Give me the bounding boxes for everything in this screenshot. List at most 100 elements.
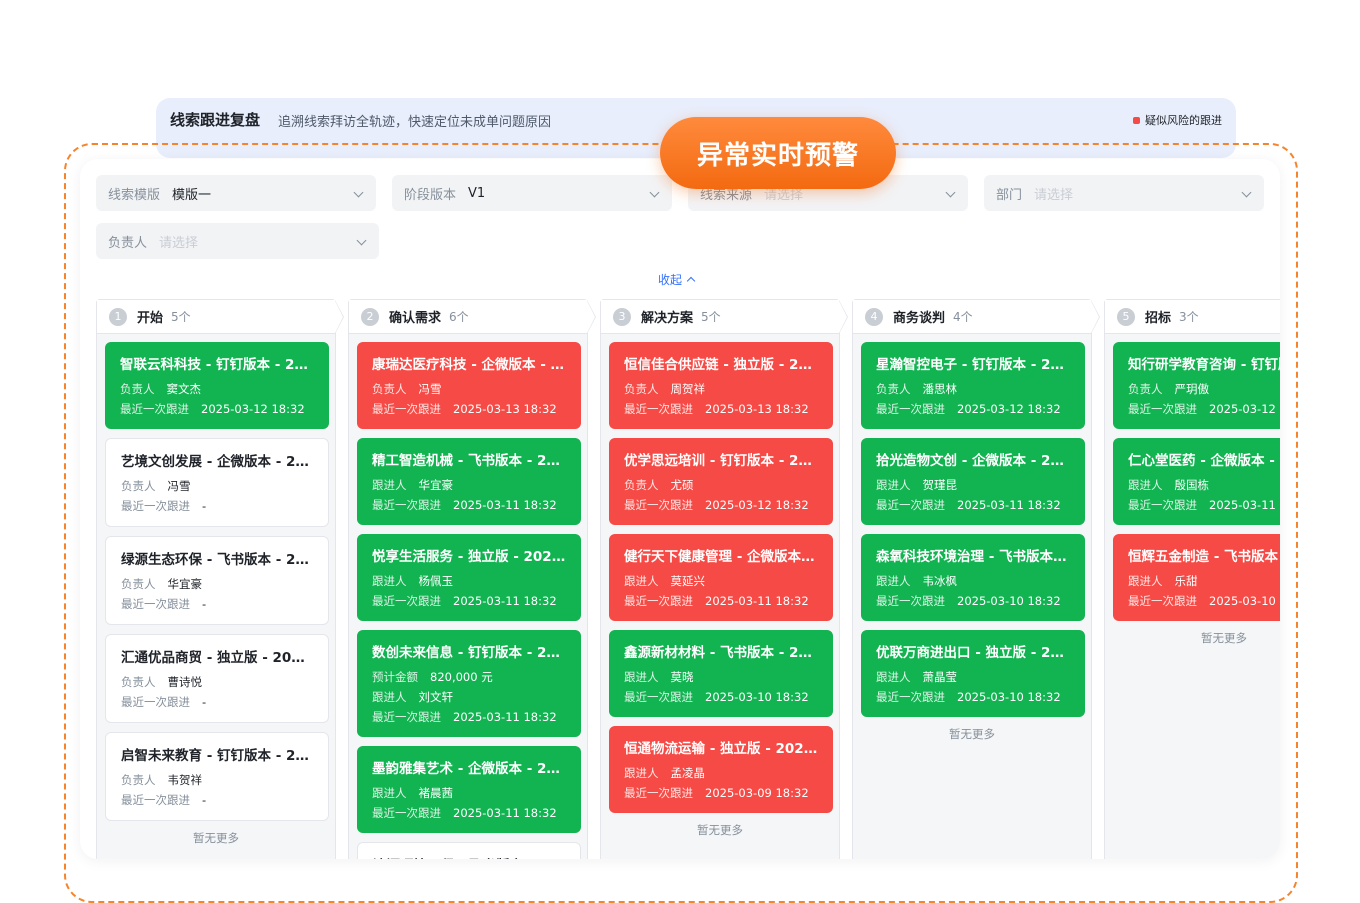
- kanban-panel: 线索模版 模版一 阶段版本 V1 线索来源 请选择 部门 请选择 负责人 请选择…: [80, 159, 1280, 859]
- card-field-label: 负责人: [1128, 382, 1163, 396]
- card-field: 跟进人 莫延兴: [624, 571, 818, 591]
- card-field: 预计金额 820,000 元: [372, 667, 566, 687]
- card-field-value: 2025-03-10 18:32: [957, 594, 1061, 608]
- column-header[interactable]: 2 确认需求 6个: [349, 300, 596, 334]
- card-field-label: 最近一次跟进: [1128, 402, 1197, 416]
- lead-card[interactable]: 星瀚智控电子 - 钉钉版本 - 2025-03-12 负责人潘思林最近一次跟进 20…: [861, 342, 1085, 429]
- lead-card[interactable]: 艺境文创发展 - 企微版本 - 2025-03-12 负责人冯雪最近一次跟进-: [105, 438, 329, 527]
- lead-card[interactable]: 鑫源新材材料 - 飞书版本 - 2025-03-10 跟进人莫晓最近一次跟进 202…: [609, 630, 833, 717]
- card-field-label: 最近一次跟进: [372, 498, 441, 512]
- step-number-badge: 3: [613, 307, 631, 326]
- card-field: 负责人 曹诗悦: [121, 672, 313, 692]
- lead-card[interactable]: 仁心堂医药 - 企微版本 - 2025-03-11 跟进人殷国栋最近一次跟进 202…: [1113, 438, 1280, 525]
- card-field-label: 负责人: [876, 382, 911, 396]
- card-field: 最近一次跟进 2025-03-12 18:32: [1128, 399, 1280, 419]
- column-header[interactable]: 3 解决方案 5个: [601, 300, 848, 334]
- card-field-label: 最近一次跟进: [624, 594, 693, 608]
- lead-card[interactable]: 拾光造物文创 - 企微版本 - 2025-03-11 跟进人贺瑾昆最近一次跟进 20…: [861, 438, 1085, 525]
- column-title: 开始: [137, 311, 164, 326]
- collapse-filters-button[interactable]: 收起: [658, 271, 696, 288]
- card-field-label: 预计金额: [372, 670, 418, 684]
- card-list: 知行研学教育咨询 - 钉钉版本 - 2025-03-12 负责人严玥傲最近一次跟进…: [1105, 334, 1280, 646]
- lead-card[interactable]: 精工智造机械 - 飞书版本 - 2025-03-11 跟进人华宜豪最近一次跟进 20…: [357, 438, 581, 525]
- lead-card[interactable]: 绿源生态环保 - 飞书版本 - 2025-03-12 负责人华宜豪最近一次跟进-: [105, 536, 329, 625]
- card-field-label: 最近一次跟进: [624, 498, 693, 512]
- card-field-label: 最近一次跟进: [121, 695, 190, 709]
- card-field-label: 最近一次跟进: [1128, 594, 1197, 608]
- lead-card[interactable]: 优学思远培训 - 钉钉版本 - 2025-03-12 负责人尤硕最近一次跟进 202…: [609, 438, 833, 525]
- card-title: 数创未来信息 - 钉钉版本 - 2025-03-11: [372, 645, 566, 661]
- card-field-value: 2025-03-11 18:32: [957, 498, 1061, 512]
- card-field-label: 负责人: [121, 773, 156, 787]
- card-list: 星瀚智控电子 - 钉钉版本 - 2025-03-12 负责人潘思林最近一次跟进 20…: [853, 334, 1091, 742]
- lead-card[interactable]: 健行天下健康管理 - 企微版本 - 2025-03-11 跟进人莫延兴最近一次跟进…: [609, 534, 833, 621]
- column-header[interactable]: 1 开始 5个: [97, 300, 344, 334]
- card-list: 恒信佳合供应链 - 独立版 - 2025-03-13负责人周贺祥最近一次跟进20…: [601, 334, 839, 838]
- lead-card[interactable]: 启智未来教育 - 钉钉版本 - 2025-03-12 负责人韦贺祥最近一次跟进-: [105, 732, 329, 821]
- lead-card[interactable]: 恒信佳合供应链 - 独立版 - 2025-03-13 负责人周贺祥最近一次跟进 20…: [609, 342, 833, 429]
- card-field-value: 华宜豪: [167, 577, 203, 591]
- lead-card[interactable]: 清源环境工程 - 飞书版本 - 2025-03-11跟进人最近一次跟进: [357, 842, 581, 859]
- card-field-label: 最近一次跟进: [372, 594, 441, 608]
- lead-card[interactable]: 恒辉五金制造 - 飞书版本 - 2025-03-10 跟进人乐甜最近一次跟进 202…: [1113, 534, 1280, 621]
- filter-owner[interactable]: 负责人 请选择: [96, 223, 379, 259]
- card-field-value: 2025-03-11 18:32: [453, 806, 557, 820]
- filter-lead-template[interactable]: 线索模版 模版一: [96, 175, 376, 211]
- card-title: 优学思远培训 - 钉钉版本 - 2025-03-12: [624, 453, 818, 469]
- card-field: 跟进人 褚晨茜: [372, 783, 566, 803]
- card-field-value: 严玥傲: [1174, 382, 1210, 396]
- lead-card[interactable]: 知行研学教育咨询 - 钉钉版本 - 2025-03-12 负责人严玥傲最近一次跟进…: [1113, 342, 1280, 429]
- card-list: 智联云科科技 - 钉钉版本 - 2025-03-12负责人窦文杰最近一次跟进20…: [97, 334, 335, 846]
- card-field-label: 跟进人: [624, 766, 659, 780]
- lead-card[interactable]: 数创未来信息 - 钉钉版本 - 2025-03-11 预计金额 820,000 元跟…: [357, 630, 581, 737]
- filter-placeholder: 请选择: [159, 235, 199, 251]
- chevron-down-icon: [356, 235, 367, 246]
- kanban-column: 4 商务谈判 4个星瀚智控电子 - 钉钉版本 - 2025-03-12 负责人潘思林最…: [852, 299, 1100, 859]
- lead-card[interactable]: 康瑞达医疗科技 - 企微版本 - 2025-03-13 负责人冯雪最近一次跟进 20…: [357, 342, 581, 429]
- card-field: 最近一次跟进 -: [121, 594, 313, 614]
- card-field: 负责人 周贺祥: [624, 379, 818, 399]
- card-title: 墨韵雅集艺术 - 企微版本 - 2025-03-11: [372, 761, 566, 777]
- no-more-label: 暂无更多: [1201, 631, 1247, 645]
- column-header[interactable]: 5 招标 3个: [1105, 300, 1280, 334]
- card-field-value: -: [202, 499, 207, 513]
- card-field: 跟进人 韦冰枫: [876, 571, 1070, 591]
- lead-card[interactable]: 优联万商进出口 - 独立版 - 2025-03-10 跟进人萧晶莹最近一次跟进 20…: [861, 630, 1085, 717]
- lead-card[interactable]: 汇通优品商贸 - 独立版 - 2025-03-12 负责人曹诗悦最近一次跟进-: [105, 634, 329, 723]
- card-field: 最近一次跟进 2025-03-11 18:32: [372, 495, 566, 515]
- filter-label: 线索模版: [108, 187, 161, 203]
- card-field-value: 冯雪: [418, 382, 442, 396]
- card-field-label: 最近一次跟进: [876, 402, 945, 416]
- card-field-label: 最近一次跟进: [624, 786, 693, 800]
- column-title: 确认需求: [389, 311, 442, 326]
- card-field: 跟进人 莫晓: [624, 667, 818, 687]
- card-field-value: 2025-03-11 18:32: [453, 498, 557, 512]
- chevron-down-icon: [945, 187, 956, 198]
- filter-department[interactable]: 部门 请选择: [984, 175, 1264, 211]
- card-field-label: 最近一次跟进: [372, 402, 441, 416]
- card-field: 最近一次跟进 2025-03-09 18:32: [624, 783, 818, 803]
- lead-card[interactable]: 墨韵雅集艺术 - 企微版本 - 2025-03-11 跟进人褚晨茜最近一次跟进 20…: [357, 746, 581, 833]
- card-field-value: 2025-03-12 18:32: [1209, 402, 1280, 416]
- card-field: 负责人 韦贺祥: [121, 770, 313, 790]
- card-field: 最近一次跟进 2025-03-13 18:32: [372, 399, 566, 419]
- card-field: 负责人 华宜豪: [121, 574, 313, 594]
- card-field-label: 跟进人: [372, 786, 407, 800]
- card-field: 最近一次跟进 2025-03-11 18:32: [624, 591, 818, 611]
- card-field-value: 贺瑾昆: [922, 478, 958, 492]
- card-list: 康瑞达医疗科技 - 企微版本 - 2025-03-13 负责人冯雪最近一次跟进 20…: [349, 334, 587, 859]
- filter-stage-version[interactable]: 阶段版本 V1: [392, 175, 672, 211]
- card-title: 智联云科科技 - 钉钉版本 - 2025-03-12: [120, 357, 314, 373]
- lead-card[interactable]: 悦享生活服务 - 独立版 - 2025-03-11 跟进人杨佩玉最近一次跟进 202…: [357, 534, 581, 621]
- lead-card[interactable]: 恒通物流运输 - 独立版 - 2025-03-09 跟进人孟凌晶最近一次跟进 202…: [609, 726, 833, 813]
- no-more-label: 暂无更多: [193, 831, 239, 845]
- card-field-label: 跟进人: [372, 690, 407, 704]
- card-field: 负责人 尤硕: [624, 475, 818, 495]
- card-field: 负责人 窦文杰: [120, 379, 314, 399]
- lead-card[interactable]: 森氧科技环境治理 - 飞书版本 - 2025-03-10 跟进人韦冰枫最近一次跟进…: [861, 534, 1085, 621]
- lead-card[interactable]: 智联云科科技 - 钉钉版本 - 2025-03-12 负责人窦文杰最近一次跟进 20…: [105, 342, 329, 429]
- card-field-label: 跟进人: [624, 574, 659, 588]
- column-header[interactable]: 4 商务谈判 4个: [853, 300, 1100, 334]
- card-field: 最近一次跟进 2025-03-12 18:32: [624, 495, 818, 515]
- card-field-label: 跟进人: [1128, 478, 1163, 492]
